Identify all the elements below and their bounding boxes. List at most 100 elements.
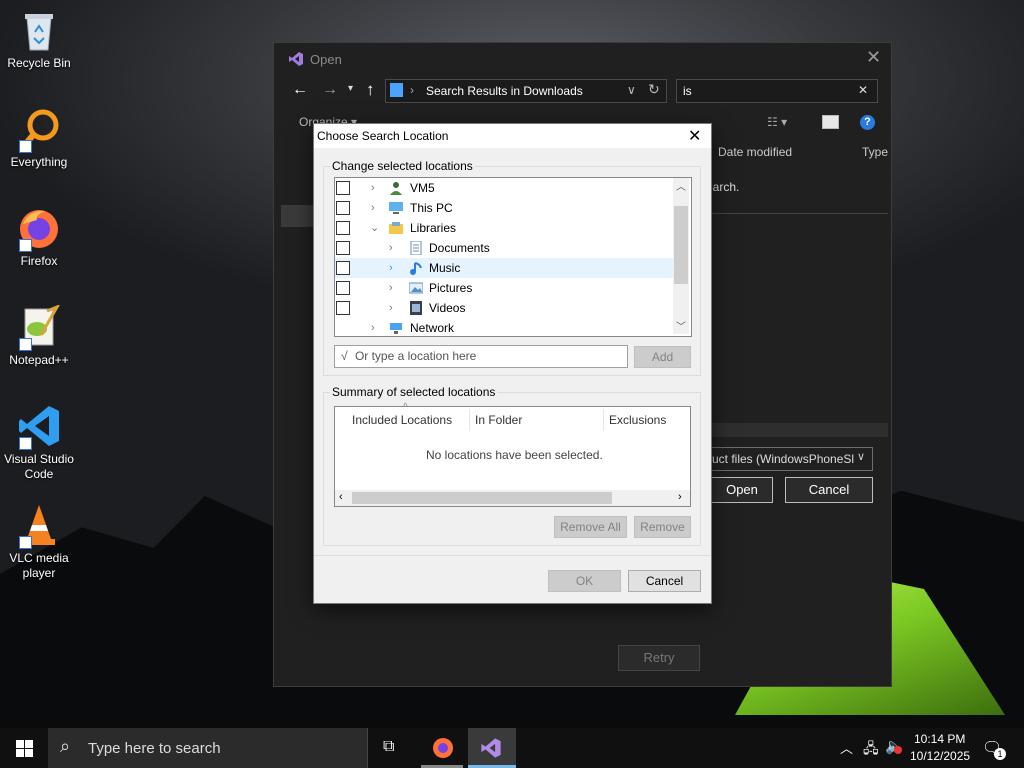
taskbar-visual-studio-active[interactable] (468, 728, 516, 768)
column-type[interactable]: Type (862, 145, 888, 159)
checkbox[interactable] (336, 181, 350, 195)
desktop-icon-firefox[interactable]: Firefox (0, 206, 78, 269)
column-exclusions[interactable]: Exclusions (609, 413, 666, 427)
pictures-icon (409, 282, 423, 294)
breadcrumb[interactable]: Search Results in Downloads (426, 84, 583, 98)
chevron-right-icon[interactable]: › (371, 318, 375, 336)
chevron-right-icon[interactable]: › (371, 178, 375, 198)
recent-locations-chevron-icon[interactable]: ▾ (348, 83, 353, 94)
close-icon[interactable]: ✕ (866, 47, 881, 68)
open-cancel-button[interactable]: Cancel (785, 477, 873, 503)
open-dialog-title: Open (310, 52, 342, 67)
scrollbar-thumb[interactable] (674, 206, 688, 284)
windows-start-icon[interactable] (16, 740, 33, 760)
tree-item-selected[interactable]: › Music (335, 258, 673, 278)
desktop-icon-notepadpp[interactable]: Notepad++ (0, 304, 78, 368)
checkbox[interactable] (336, 221, 350, 235)
csl-cancel-button[interactable]: Cancel (628, 570, 701, 592)
retry-button[interactable]: Retry (618, 645, 700, 671)
visual-studio-icon (288, 51, 304, 70)
checkbox[interactable] (336, 301, 350, 315)
scrollbar-thumb[interactable] (352, 492, 612, 504)
recycle-bin-icon (17, 8, 61, 52)
column-in-folder[interactable]: In Folder (475, 413, 522, 427)
up-arrow-icon[interactable]: ↑ (366, 80, 375, 100)
task-view-icon[interactable]: ⧉ (383, 738, 394, 756)
scroll-left-icon[interactable]: ‹ (339, 491, 343, 503)
back-arrow-icon[interactable]: ← (292, 81, 308, 99)
add-button[interactable]: Add (634, 346, 691, 368)
tree-item-label: VM5 (410, 181, 435, 195)
taskbar-search-box[interactable]: ⌕ Type here to search (48, 728, 368, 768)
chevron-right-icon[interactable]: › (389, 278, 393, 298)
computer-icon (389, 202, 403, 214)
close-icon[interactable]: ✕ (688, 126, 701, 146)
search-input[interactable]: is ✕ (676, 79, 878, 103)
tree-item[interactable]: › VM5 (335, 178, 673, 198)
open-button[interactable]: Open (711, 477, 773, 503)
clear-search-icon[interactable]: ✕ (858, 83, 868, 97)
tree-vertical-scrollbar[interactable]: ︿ ﹀ (673, 178, 689, 334)
scroll-up-icon[interactable]: ︿ (676, 178, 686, 193)
change-locations-label: Change selected locations (330, 159, 475, 173)
column-date-modified[interactable]: Date modified (718, 145, 792, 159)
chevron-right-icon[interactable]: › (389, 298, 393, 318)
tree-item[interactable]: › This PC (335, 198, 673, 218)
remove-all-button[interactable]: Remove All (554, 516, 627, 538)
chevron-right-icon[interactable]: › (389, 238, 393, 258)
summary-horizontal-scrollbar[interactable]: ‹ › (335, 490, 690, 506)
desktop-icon-vscode[interactable]: Visual Studio Code (0, 404, 78, 482)
tree-item-label: Documents (429, 241, 490, 255)
desktop-icon-recycle-bin[interactable]: Recycle Bin (0, 8, 78, 71)
location-input[interactable]: √ Or type a location here (334, 345, 628, 368)
tree-item[interactable]: › Videos (335, 298, 673, 318)
desktop-icon-label: Recycle Bin (7, 56, 71, 70)
column-divider (603, 409, 604, 431)
desktop-icon-everything[interactable]: Everything (0, 107, 78, 170)
checkbox[interactable] (336, 241, 350, 255)
summary-list[interactable]: Included Locations ^ In Folder Exclusion… (334, 402, 691, 507)
ok-button[interactable]: OK (548, 570, 621, 592)
checkbox[interactable] (336, 201, 350, 215)
tree-item[interactable]: › Documents (335, 238, 673, 258)
remove-button[interactable]: Remove (634, 516, 691, 538)
forward-arrow-icon[interactable]: → (322, 81, 338, 99)
checkbox[interactable] (336, 261, 350, 275)
clock-date[interactable]: 10/12/2025 (910, 749, 970, 763)
tree-item[interactable]: › Network (335, 318, 673, 336)
chevron-down-icon[interactable]: ⌄ (370, 218, 379, 238)
preview-pane-icon[interactable] (822, 115, 839, 129)
horizontal-scrollbar[interactable] (711, 423, 888, 437)
column-included-locations[interactable]: Included Locations (352, 413, 452, 427)
chevron-down-icon[interactable]: ∨ (627, 83, 636, 97)
view-options-icon[interactable]: ☷ ▾ (767, 115, 787, 129)
tree-item[interactable]: › Pictures (335, 278, 673, 298)
chevron-right-icon[interactable]: › (389, 258, 393, 278)
show-hidden-icons-chevron-icon[interactable]: ︿ (840, 738, 853, 757)
network-status-icon[interactable]: 🖧 (863, 738, 879, 762)
refresh-icon[interactable]: ↻ (648, 81, 660, 98)
summary-label: Summary of selected locations (330, 385, 498, 399)
notepadpp-icon (17, 304, 61, 351)
chevron-right-icon[interactable]: › (371, 198, 375, 218)
desktop-icon-vlc[interactable]: VLC media player (0, 503, 78, 581)
help-icon[interactable]: ? (860, 115, 875, 130)
scroll-right-icon[interactable]: › (678, 491, 682, 503)
tree-item-label: Network (410, 321, 455, 335)
taskbar-firefox-icon[interactable] (432, 737, 454, 762)
csl-title: Choose Search Location (317, 129, 449, 143)
address-bar[interactable]: › Search Results in Downloads ∨ ↻ (385, 79, 667, 103)
chevron-down-icon[interactable]: ∨ (857, 450, 865, 463)
divider (314, 555, 710, 556)
clock-time[interactable]: 10:14 PM (914, 732, 965, 746)
user-icon (390, 182, 402, 195)
file-type-dropdown[interactable]: uct files (WindowsPhoneSl (711, 447, 873, 471)
scroll-down-icon[interactable]: ﹀ (676, 318, 686, 333)
checkbox[interactable] (336, 281, 350, 295)
taskbar-search-placeholder: Type here to search (88, 740, 221, 757)
tree-item[interactable]: ⌄ Libraries (335, 218, 673, 238)
sort-ascending-icon: ^ (403, 402, 408, 413)
desktop-icon-label: Visual Studio Code (4, 452, 74, 481)
location-tree[interactable]: › VM5 › This PC ⌄ Libraries › Documents … (334, 177, 692, 337)
music-icon (410, 262, 422, 275)
